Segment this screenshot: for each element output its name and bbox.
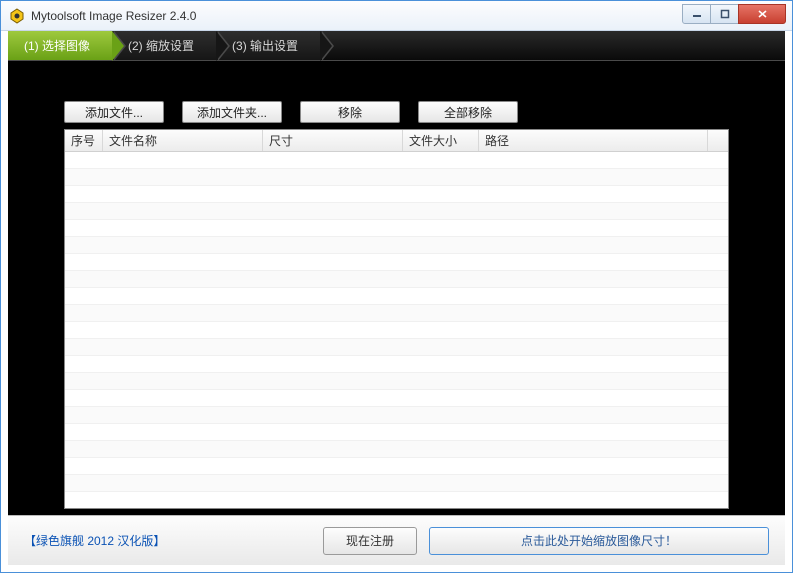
button-label: 全部移除 <box>444 104 492 121</box>
table-row <box>65 220 728 237</box>
toolbar: 添加文件... 添加文件夹... 移除 全部移除 <box>64 101 729 123</box>
table-row <box>65 186 728 203</box>
table-header: 序号 文件名称 尺寸 文件大小 路径 <box>65 130 728 152</box>
tab-label: (3) 输出设置 <box>232 37 298 54</box>
table-row <box>65 441 728 458</box>
table-row <box>65 254 728 271</box>
table-body[interactable] <box>65 152 728 509</box>
tab-select-image[interactable]: (1) 选择图像 <box>8 31 112 60</box>
col-filesize[interactable]: 文件大小 <box>403 130 479 151</box>
button-label: 添加文件... <box>85 104 143 121</box>
table-row <box>65 458 728 475</box>
remove-all-button[interactable]: 全部移除 <box>418 101 518 123</box>
credit-link[interactable]: 【绿色旗舰 2012 汉化版】 <box>24 532 165 549</box>
table-row <box>65 237 728 254</box>
button-label: 添加文件夹... <box>197 104 267 121</box>
start-resize-button[interactable]: 点击此处开始缩放图像尺寸！ <box>429 527 769 555</box>
table-row <box>65 271 728 288</box>
register-button[interactable]: 现在注册 <box>323 527 417 555</box>
tab-label: (1) 选择图像 <box>24 37 90 54</box>
content-area: (1) 选择图像 (2) 缩放设置 (3) 输出设置 添加文件... 添加文件夹… <box>8 31 785 565</box>
tab-label: (2) 缩放设置 <box>128 37 194 54</box>
table-row <box>65 288 728 305</box>
col-filename[interactable]: 文件名称 <box>103 130 263 151</box>
col-label: 尺寸 <box>269 132 293 149</box>
step-tabs: (1) 选择图像 (2) 缩放设置 (3) 输出设置 <box>8 31 785 61</box>
tab-resize-settings[interactable]: (2) 缩放设置 <box>112 31 216 60</box>
main-panel: 添加文件... 添加文件夹... 移除 全部移除 序号 文件名称 尺寸 文件大小… <box>8 61 785 515</box>
titlebar: Mytoolsoft Image Resizer 2.4.0 <box>1 1 792 31</box>
col-path[interactable]: 路径 <box>479 130 708 151</box>
file-table: 序号 文件名称 尺寸 文件大小 路径 <box>64 129 729 509</box>
table-row <box>65 492 728 509</box>
maximize-button[interactable] <box>710 4 739 24</box>
table-row <box>65 339 728 356</box>
col-label: 文件大小 <box>409 132 457 149</box>
col-end <box>708 130 728 151</box>
window-controls <box>683 4 786 24</box>
col-index[interactable]: 序号 <box>65 130 103 151</box>
footer: 【绿色旗舰 2012 汉化版】 现在注册 点击此处开始缩放图像尺寸！ <box>8 515 785 565</box>
minimize-button[interactable] <box>682 4 711 24</box>
table-row <box>65 152 728 169</box>
table-row <box>65 305 728 322</box>
button-label: 点击此处开始缩放图像尺寸！ <box>521 532 677 549</box>
col-size[interactable]: 尺寸 <box>263 130 403 151</box>
table-row <box>65 390 728 407</box>
col-label: 序号 <box>71 132 95 149</box>
table-row <box>65 475 728 492</box>
table-row <box>65 424 728 441</box>
table-row <box>65 203 728 220</box>
table-row <box>65 169 728 186</box>
col-label: 文件名称 <box>109 132 157 149</box>
add-folder-button[interactable]: 添加文件夹... <box>182 101 282 123</box>
button-label: 移除 <box>338 104 362 121</box>
add-file-button[interactable]: 添加文件... <box>64 101 164 123</box>
tab-output-settings[interactable]: (3) 输出设置 <box>216 31 320 60</box>
remove-button[interactable]: 移除 <box>300 101 400 123</box>
close-button[interactable] <box>738 4 786 24</box>
col-label: 路径 <box>485 132 509 149</box>
table-row <box>65 356 728 373</box>
table-row <box>65 322 728 339</box>
table-row <box>65 407 728 424</box>
app-icon <box>9 8 25 24</box>
button-label: 现在注册 <box>346 532 394 549</box>
app-window: Mytoolsoft Image Resizer 2.4.0 (1) 选择图像 … <box>0 0 793 573</box>
window-title: Mytoolsoft Image Resizer 2.4.0 <box>31 9 683 23</box>
table-row <box>65 373 728 390</box>
